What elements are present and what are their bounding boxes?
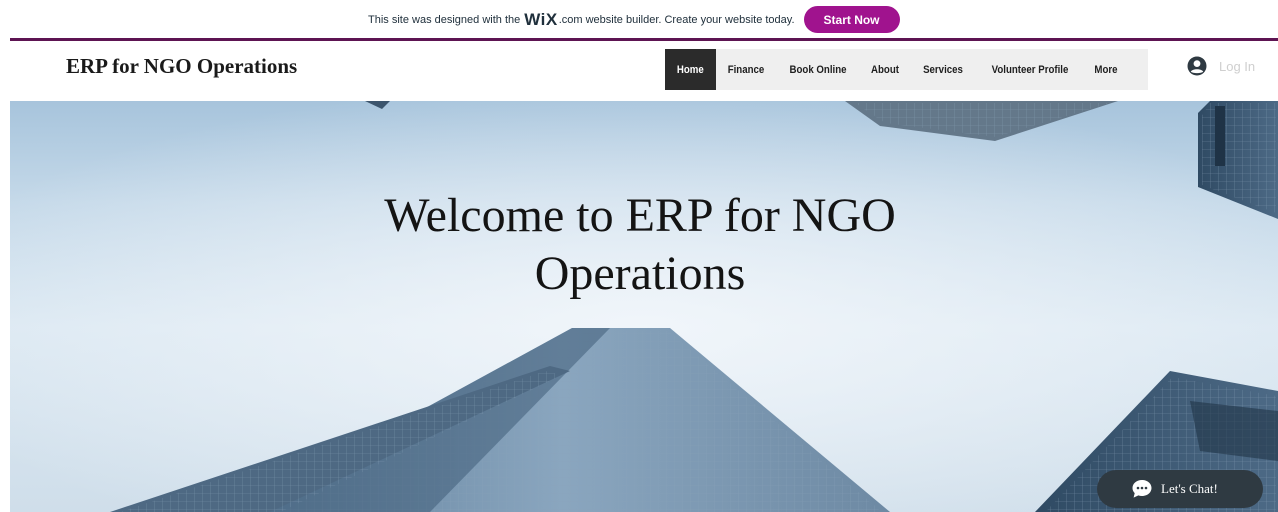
nav-item-volunteer-profile[interactable]: Volunteer Profile	[982, 49, 1077, 90]
start-now-button[interactable]: Start Now	[803, 6, 900, 33]
nav-item-services[interactable]: Services	[914, 49, 972, 90]
nav-item-home[interactable]: Home	[665, 49, 716, 90]
wix-banner-text-before: This site was designed with the	[368, 13, 521, 26]
wix-banner: This site was designed with the WiX .com…	[0, 0, 1278, 38]
user-icon	[1187, 56, 1207, 76]
site-title[interactable]: ERP for NGO Operations	[66, 54, 297, 79]
hero-background-image	[10, 101, 1278, 512]
chat-bubble-icon	[1132, 480, 1152, 498]
site-header: ERP for NGO Operations Home Finance Book…	[0, 41, 1278, 101]
nav-item-about[interactable]: About	[863, 49, 907, 90]
hero-heading-line2: Operations	[534, 247, 746, 300]
login-button[interactable]: Log In	[1187, 56, 1255, 76]
nav-item-more[interactable]: More	[1087, 49, 1126, 90]
wix-banner-content: This site was designed with the WiX .com…	[368, 6, 900, 33]
wix-banner-text-after: .com website builder. Create your websit…	[558, 13, 795, 26]
main-nav: Home Finance Book Online About Services …	[665, 49, 1148, 90]
login-label: Log In	[1219, 58, 1256, 74]
wix-logo[interactable]: WiX	[524, 10, 557, 30]
lets-chat-button[interactable]: Let's Chat!	[1097, 470, 1263, 508]
hero-section: Welcome to ERP for NGO Operations	[10, 101, 1278, 512]
chat-label: Let's Chat!	[1161, 481, 1218, 496]
hero-heading-line1: Welcome to ERP for NGO	[384, 189, 896, 242]
nav-item-home-label: Home	[677, 63, 704, 76]
nav-item-finance[interactable]: Finance	[720, 49, 773, 90]
hero-heading: Welcome to ERP for NGO Operations	[260, 187, 1020, 303]
nav-item-book-online[interactable]: Book Online	[781, 49, 855, 90]
